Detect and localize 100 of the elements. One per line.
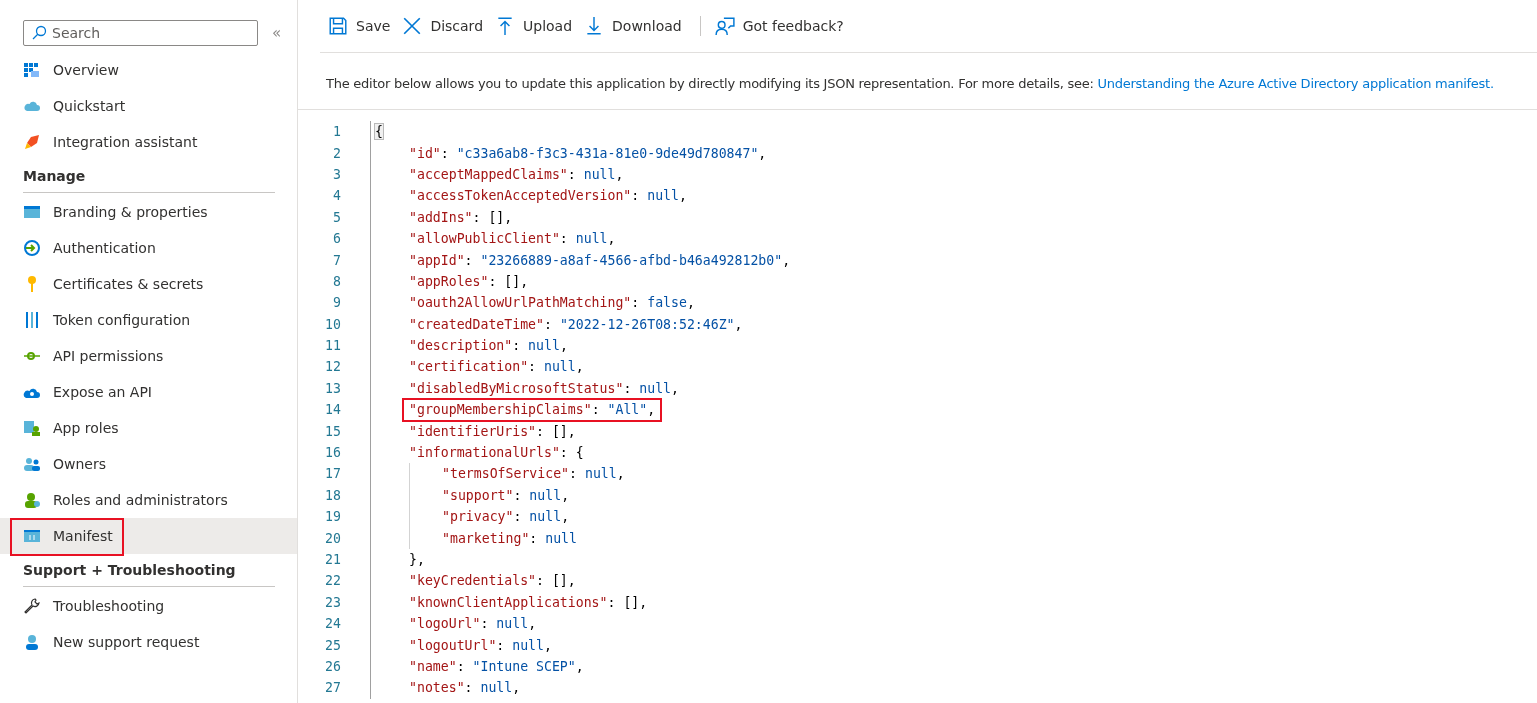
wrench-icon <box>23 597 41 615</box>
line-number: 12 <box>324 359 341 375</box>
code-line: "accessTokenAcceptedVersion": null, <box>409 187 687 206</box>
sidebar-item-label: Troubleshooting <box>53 598 165 614</box>
bars-icon <box>23 311 41 329</box>
people-icon <box>23 455 41 473</box>
sidebar-item[interactable]: Branding & properties <box>0 194 297 230</box>
line-number: 10 <box>324 316 341 332</box>
line-number: 11 <box>324 338 341 354</box>
code-line: "marketing": null <box>442 529 577 548</box>
save-icon <box>328 16 348 36</box>
code-line: "appId": "23266889-a8af-4566-afbd-b46a492812b0", <box>409 251 791 270</box>
sidebar-item[interactable]: Quickstart <box>0 88 297 124</box>
sidebar-item[interactable]: Roles and administrators <box>0 482 297 518</box>
line-number: 8 <box>332 273 341 289</box>
line-number: 27 <box>324 680 341 696</box>
code-line: "keyCredentials": [], <box>409 572 576 591</box>
document-icon <box>23 527 41 545</box>
code-line: "notes": null, <box>409 679 521 698</box>
download-button[interactable]: Download <box>582 12 688 40</box>
code-line: "oauth2AllowUrlPathMatching": false, <box>409 294 695 313</box>
line-number: 23 <box>324 594 341 610</box>
line-number: 14 <box>324 402 341 418</box>
card-icon <box>23 203 41 221</box>
code-line: "addIns": [], <box>409 208 513 227</box>
line-number: 4 <box>332 188 341 204</box>
search-icon <box>31 25 47 41</box>
sidebar-item-label: API permissions <box>53 348 164 364</box>
sidebar-item[interactable]: API permissions <box>0 338 297 374</box>
sidebar-item-label: Roles and administrators <box>53 492 228 508</box>
sidebar-item-label: Manifest <box>53 528 113 544</box>
line-number: 5 <box>332 209 341 225</box>
upload-button[interactable]: Upload <box>493 12 579 40</box>
code-line: "disabledByMicrosoftStatus": null, <box>409 379 679 398</box>
code-line: "termsOfService": null, <box>442 465 625 484</box>
collapse-button[interactable]: « <box>272 24 282 42</box>
upload-icon <box>495 16 515 36</box>
search-field[interactable]: Search <box>23 20 258 46</box>
code-line: "logoUrl": null, <box>409 615 537 634</box>
sidebar-item[interactable]: Expose an API <box>0 374 297 410</box>
grid-person-icon <box>23 419 41 437</box>
sidebar-item[interactable]: Authentication <box>0 230 297 266</box>
line-number: 18 <box>324 487 341 503</box>
line-number: 22 <box>324 573 341 589</box>
line-number: 21 <box>324 552 341 567</box>
code-line: "knownClientApplications": [], <box>409 593 648 612</box>
code-line: "logoutUrl": null, <box>409 636 552 655</box>
line-number: 17 <box>324 466 341 482</box>
line-number: 25 <box>324 637 341 653</box>
line-number: 6 <box>332 231 341 247</box>
support-person-icon <box>23 633 41 651</box>
code-line: "support": null, <box>442 486 570 505</box>
save-button[interactable]: Save <box>326 12 397 40</box>
sidebar-item-label: Expose an API <box>53 384 152 400</box>
sidebar-item[interactable]: New support request <box>0 624 297 660</box>
sign-in-icon <box>23 239 41 257</box>
sidebar-item-label: Quickstart <box>53 98 126 114</box>
code-line: "groupMembershipClaims": "All", <box>409 399 656 421</box>
line-number: 1 <box>332 124 341 140</box>
feedback-button[interactable]: Got feedback? <box>712 12 850 40</box>
section-heading: Manage <box>23 168 275 193</box>
sidebar-item[interactable]: Troubleshooting <box>0 588 297 624</box>
sidebar-item-label: Integration assistant <box>53 134 198 150</box>
discard-button[interactable]: Discard <box>400 12 489 40</box>
sidebar-item[interactable]: Owners <box>0 446 297 482</box>
sidebar-item[interactable]: App roles <box>0 410 297 446</box>
sidebar-item-label: Branding & properties <box>53 204 208 220</box>
sidebar-item[interactable]: Integration assistant <box>0 124 297 160</box>
code-line: }, <box>409 551 425 569</box>
sidebar-item[interactable]: Token configuration <box>0 302 297 338</box>
sidebar-item[interactable]: Manifest <box>0 518 297 554</box>
sidebar-item-label: Owners <box>53 456 106 472</box>
grid-icon <box>23 61 41 79</box>
code-line: "allowPublicClient": null, <box>409 230 616 249</box>
code-line: "informationalUrls": { <box>409 444 584 463</box>
sidebar-item-label: New support request <box>53 634 200 650</box>
manifest-link[interactable]: Understanding the Azure Active Directory application manifest. <box>1097 76 1494 91</box>
sidebar-item-label: Certificates & secrets <box>53 276 204 292</box>
line-number: 19 <box>324 509 341 525</box>
sidebar-item-label: Overview <box>53 62 119 78</box>
close-icon <box>402 16 423 36</box>
sidebar-item[interactable]: Certificates & secrets <box>0 266 297 302</box>
code-line: "appRoles": [], <box>409 272 529 291</box>
code-line: "name": "Intune SCEP", <box>409 657 584 676</box>
code-line: "id": "c33a6ab8-f3c3-431a-81e0-9de49d780847", <box>409 144 767 163</box>
feedback-icon <box>714 16 735 36</box>
section-heading: Support + Troubleshooting <box>23 562 275 587</box>
line-number: 3 <box>332 166 341 182</box>
code-line: "description": null, <box>409 337 568 356</box>
code-line: "privacy": null, <box>442 508 570 527</box>
code-line: "acceptMappedClaims": null, <box>409 165 624 184</box>
sidebar-item[interactable]: Overview <box>0 52 297 88</box>
line-number: 24 <box>324 616 341 632</box>
line-number: 9 <box>332 295 341 311</box>
code-line: "createdDateTime": "2022-12-26T08:52:46Z", <box>409 315 743 334</box>
line-number: 20 <box>324 530 341 546</box>
line-number: 2 <box>332 145 341 161</box>
line-number: 16 <box>324 445 341 461</box>
line-number: 15 <box>324 423 341 439</box>
code-line: "certification": null, <box>409 358 584 377</box>
